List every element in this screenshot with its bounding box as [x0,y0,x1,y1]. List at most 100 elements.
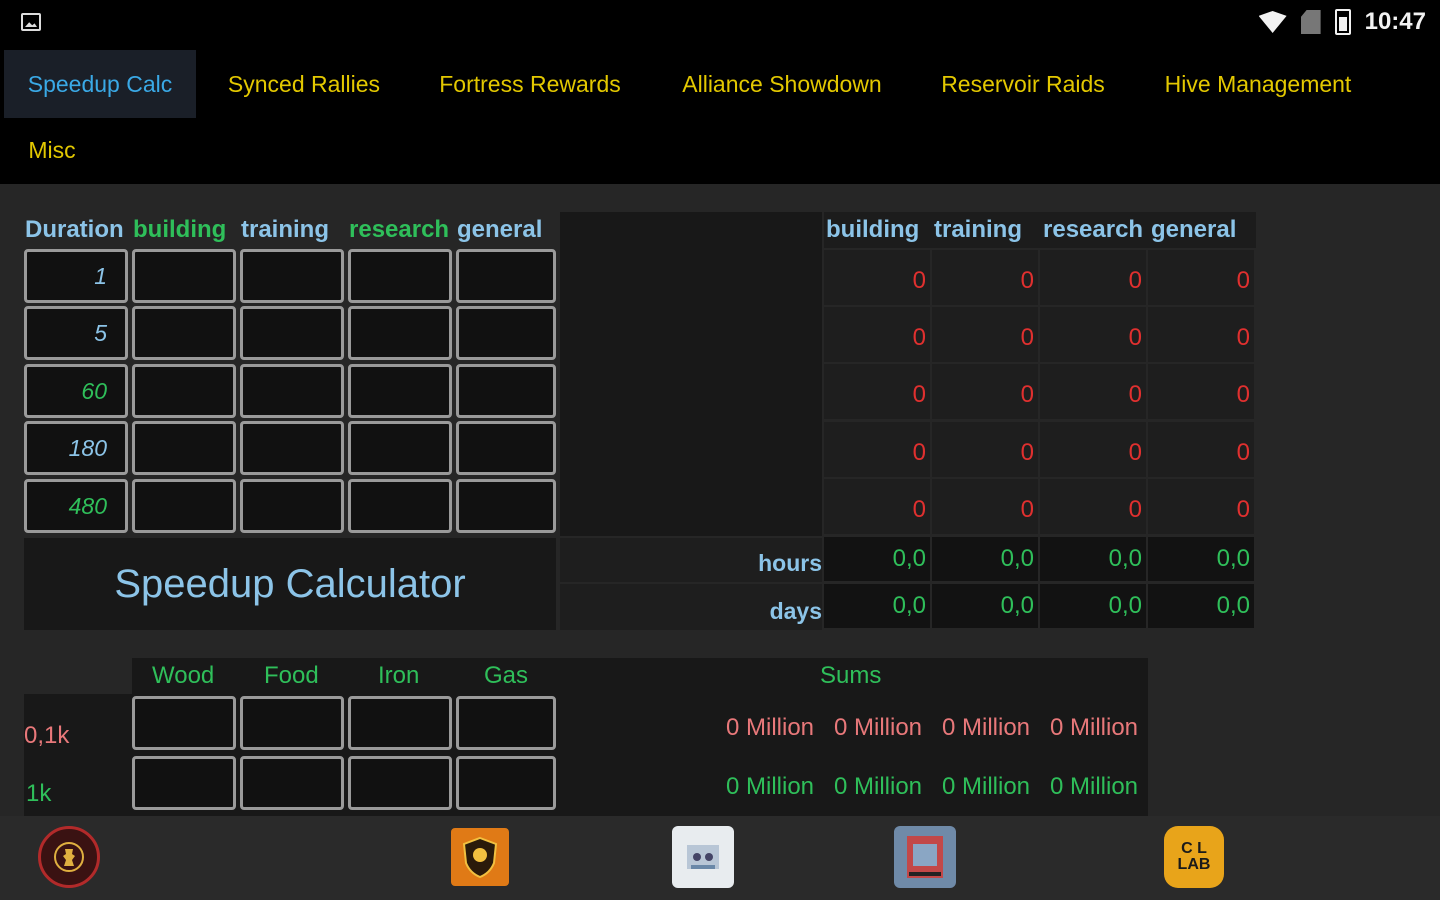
general-count-input[interactable] [456,364,556,418]
wood-input[interactable] [132,696,236,750]
days-value: 0,0 [824,584,930,628]
training-count-input[interactable] [240,421,344,475]
resource-row-label: 0,1k [24,722,70,749]
output-cell: 0 [1040,364,1146,419]
training-count-input[interactable] [240,479,344,533]
tab-synced-rallies[interactable]: Synced Rallies [210,50,398,118]
training-count-input[interactable] [240,364,344,418]
output-cell: 0 [1040,422,1146,477]
training-count-input[interactable] [240,249,344,303]
iron-input[interactable] [348,696,452,750]
no-sim-icon [1300,10,1321,34]
output-cell: 0 [1040,307,1146,362]
speedup-calculator-panel: Duration building training research gene… [0,184,1440,816]
tab-reservoir-raids[interactable]: Reservoir Raids [924,50,1122,118]
general-count-input[interactable] [456,421,556,475]
poster-icon[interactable] [894,826,956,888]
clock: 10:47 [1364,8,1426,35]
research-count-input[interactable] [348,306,452,360]
output-header-general: general [1151,216,1237,243]
building-count-input[interactable] [132,249,236,303]
output-cell: 0 [1148,479,1254,534]
page-title: Speedup Calculator [24,538,556,630]
header-food: Food [264,662,319,689]
tab-bar: Speedup Calc Synced Rallies Fortress Rew… [0,46,1440,184]
research-count-input[interactable] [348,479,452,533]
wifi-icon [1258,11,1287,33]
output-header-building: building [826,216,920,243]
output-cell: 0 [1148,422,1254,477]
tab-alliance-showdown[interactable]: Alliance Showdown [662,50,902,118]
output-cell: 0 [932,364,1038,419]
header-iron: Iron [378,662,420,689]
tab-fortress-rewards[interactable]: Fortress Rewards [420,50,640,118]
sum-value: 0 Million [1050,773,1139,800]
training-count-input[interactable] [240,306,344,360]
output-cell: 0 [932,422,1038,477]
shield-emblem-icon[interactable] [449,826,511,888]
output-cell: 0 [1148,307,1254,362]
hours-label: hours [758,550,822,576]
hours-value: 0,0 [1040,537,1146,581]
duration-input[interactable]: 1 [24,249,128,303]
sum-value: 0 Million [726,714,815,741]
days-value: 0,0 [932,584,1038,628]
sum-value: 0 Million [942,773,1031,800]
resource-row-label: 1k [26,780,52,807]
general-count-input[interactable] [456,306,556,360]
research-count-input[interactable] [348,421,452,475]
building-count-input[interactable] [132,364,236,418]
building-count-input[interactable] [132,479,236,533]
hours-value: 0,0 [824,537,930,581]
status-icons: 10:47 [1258,8,1426,36]
output-cell: 0 [824,250,930,305]
bottom-navigation: C L LAB [0,816,1440,900]
gas-input[interactable] [456,756,556,810]
col-lab-logo-text: C L LAB [1177,840,1211,873]
output-cell: 0 [824,307,930,362]
days-label: days [769,598,822,624]
output-cell: 0 [1148,364,1254,419]
building-count-input[interactable] [132,306,236,360]
spacer-panel [560,212,822,536]
general-count-input[interactable] [456,249,556,303]
duration-input[interactable]: 5 [24,306,128,360]
duration-input[interactable]: 60 [24,364,128,418]
output-header-research: research [1043,216,1144,243]
header-sums: Sums [820,662,882,689]
group-photo-icon[interactable] [672,826,734,888]
header-general: general [457,216,543,243]
output-cell: 0 [824,479,930,534]
header-building: building [133,216,227,243]
gallery-notification-icon [21,13,41,31]
output-cell: 0 [1148,250,1254,305]
sum-value: 0 Million [726,773,815,800]
output-cell: 0 [1040,250,1146,305]
duration-input[interactable]: 480 [24,479,128,533]
header-gas: Gas [484,662,529,689]
battery-icon [1334,9,1351,35]
output-cell: 0 [932,250,1038,305]
days-value: 0,0 [1148,584,1254,628]
research-count-input[interactable] [348,249,452,303]
output-header-training: training [934,216,1022,243]
output-cell: 0 [1040,479,1146,534]
hours-value: 0,0 [1148,537,1254,581]
tab-hive-management[interactable]: Hive Management [1144,50,1372,118]
gas-input[interactable] [456,696,556,750]
tab-speedup-calc[interactable]: Speedup Calc [4,50,196,118]
general-count-input[interactable] [456,479,556,533]
food-input[interactable] [240,756,344,810]
header-duration: Duration [25,216,124,243]
sum-value: 0 Million [834,773,923,800]
research-count-input[interactable] [348,364,452,418]
iron-input[interactable] [348,756,452,810]
duration-input[interactable]: 180 [24,421,128,475]
building-count-input[interactable] [132,421,236,475]
col-lab-icon[interactable]: C L LAB [1164,826,1224,888]
food-input[interactable] [240,696,344,750]
wood-input[interactable] [132,756,236,810]
chess-emblem-icon[interactable] [38,826,100,888]
tab-misc[interactable]: Misc [4,116,100,184]
days-value: 0,0 [1040,584,1146,628]
